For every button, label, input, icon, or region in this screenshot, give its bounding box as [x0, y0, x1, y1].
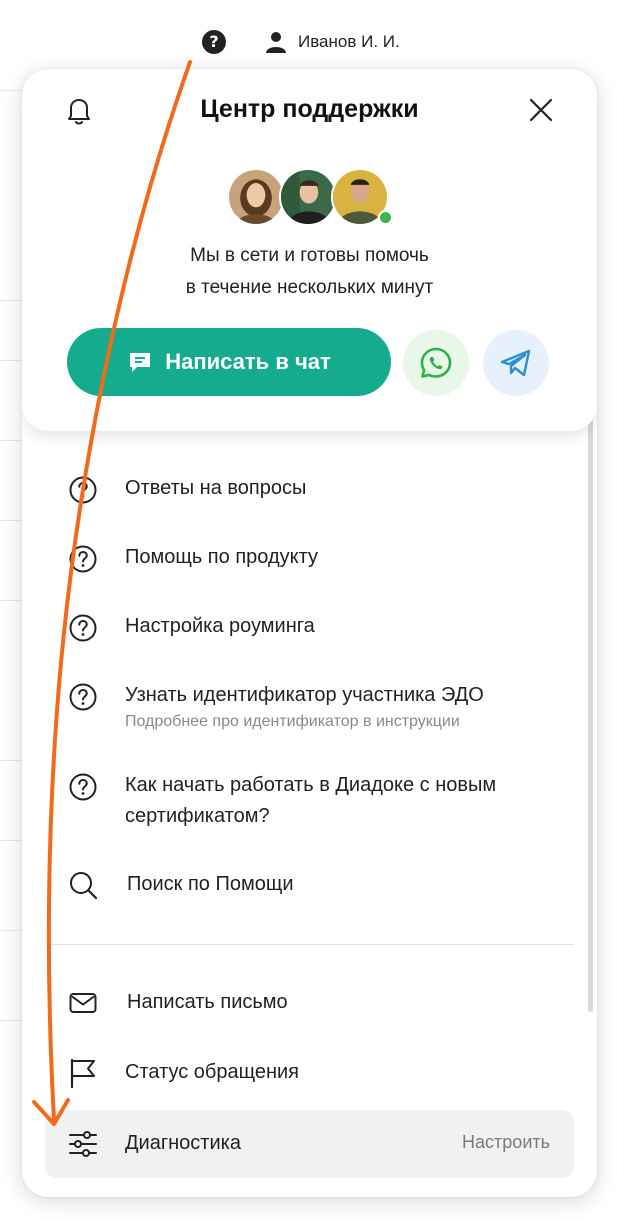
menu-item-label: Помощь по продукту: [125, 546, 318, 568]
support-panel-header: Центр поддержки Мы в сети и готовы помоч…: [22, 69, 597, 431]
menu-item-label: Ответы на вопросы: [125, 477, 307, 499]
mail-icon: [69, 993, 97, 1013]
chat-bubble-icon: [130, 353, 151, 372]
search-icon: [70, 872, 98, 900]
menu-item-label: Статус обращения: [125, 1061, 300, 1083]
user-menu[interactable]: Иванов И. И.: [264, 30, 400, 54]
configure-link[interactable]: Настроить: [462, 1132, 550, 1153]
panel-title: Центр поддержки: [200, 95, 419, 123]
online-status-line-2: в течение нескольких минут: [185, 277, 434, 298]
sliders-icon: [69, 1131, 97, 1157]
top-bar: ? Иванов И. И.: [0, 0, 617, 70]
menu-item-label: Поиск по Помощи: [127, 873, 294, 895]
menu-item-label: сертификатом?: [125, 805, 270, 827]
menu-item-label: Настройка роуминга: [125, 615, 315, 637]
telegram-button[interactable]: [483, 330, 549, 396]
menu-item-label: Как начать работать в Диадоке с новым: [125, 774, 497, 796]
question-circle-icon[interactable]: ?: [202, 30, 226, 54]
whatsapp-button[interactable]: [403, 330, 469, 396]
question-circle-icon: [69, 545, 97, 573]
operator-avatar: [227, 168, 285, 226]
online-indicator: [378, 210, 393, 225]
write-to-chat-button[interactable]: Написать в чат: [67, 328, 391, 396]
chat-button-label: Написать в чат: [165, 349, 331, 374]
close-icon[interactable]: [526, 95, 556, 125]
user-name: Иванов И. И.: [298, 32, 400, 51]
menu-item-sublabel[interactable]: Подробнее про идентификатор в инструкции: [125, 713, 460, 731]
menu-item-label: Узнать идентификатор участника ЭДО: [125, 684, 484, 706]
menu-divider: [48, 944, 574, 945]
telegram-icon: [500, 349, 531, 377]
operator-avatar: [279, 168, 337, 226]
whatsapp-icon: [420, 347, 452, 378]
support-panel: Центр поддержки Мы в сети и готовы помоч…: [22, 69, 597, 1197]
flag-icon: [70, 1058, 95, 1088]
question-circle-icon: [69, 614, 97, 642]
user-icon: [266, 32, 286, 53]
menu-item-label: Написать письмо: [127, 991, 288, 1013]
menu-item-diagnostics[interactable]: Диагностика Настроить: [45, 1110, 574, 1178]
question-circle-icon: [69, 773, 97, 801]
question-circle-icon: [69, 476, 97, 504]
operator-avatars: [227, 168, 393, 228]
question-circle-icon: [69, 683, 97, 711]
online-status-line-1: Мы в сети и готовы помочь: [190, 245, 429, 266]
menu-item-label: Диагностика: [125, 1132, 241, 1154]
